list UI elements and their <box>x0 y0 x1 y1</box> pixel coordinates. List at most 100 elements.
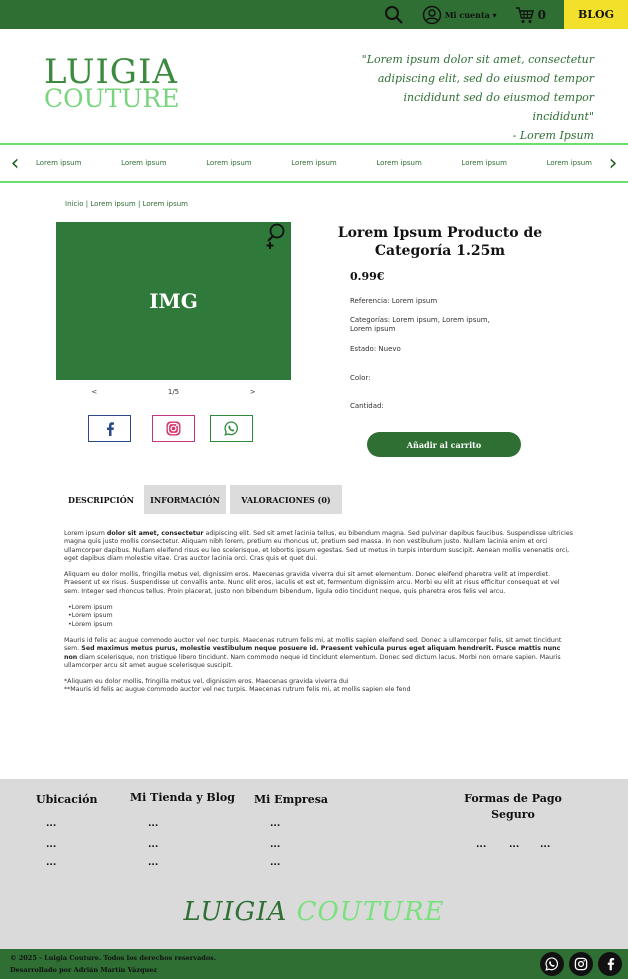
header: LUIGIA COUTURE "Lorem ipsum dolor sit am… <box>0 29 628 144</box>
footer-link[interactable]: ... <box>148 840 158 850</box>
footer: Ubicación Mi Tienda y Blog Mi Empresa Fo… <box>0 779 628 949</box>
whatsapp-link[interactable] <box>540 952 564 976</box>
share-facebook-button[interactable] <box>88 415 131 442</box>
nav-items: Lorem ipsum Lorem ipsum Lorem ipsum Lore… <box>30 159 598 167</box>
product-price: 0.99€ <box>350 270 385 283</box>
list-item: Lorem ipsum <box>68 621 575 629</box>
add-to-cart-button[interactable]: Añadir al carrito <box>367 432 521 457</box>
nav-item[interactable]: Lorem ipsum <box>36 159 81 167</box>
footer-heading: Formas de Pago Seguro <box>464 792 562 821</box>
image-placeholder-label: IMG <box>149 289 198 313</box>
footer-col-empresa: Mi Empresa <box>254 791 328 806</box>
facebook-icon <box>106 421 114 436</box>
product-quantity: Cantidad: <box>350 402 384 410</box>
footer-brand: LUIGIA COUTURE <box>0 897 628 927</box>
nav-next-arrow[interactable]: › <box>598 151 628 176</box>
nav-item[interactable]: Lorem ipsum <box>461 159 506 167</box>
list-item: Lorem ipsum <box>68 604 575 612</box>
tab-descripcion[interactable]: DESCRIPCIÓN <box>62 485 140 514</box>
nav-item[interactable]: Lorem ipsum <box>121 159 166 167</box>
payment-method: ... <box>540 840 551 850</box>
gallery-counter: 1/5 <box>167 388 180 396</box>
nav-item[interactable]: Lorem ipsum <box>376 159 421 167</box>
facebook-icon <box>607 957 614 971</box>
breadcrumb[interactable]: Inicio | Lorem ipsum | Lorem ipsum <box>65 200 188 208</box>
product-tabs: DESCRIPCIÓN INFORMACIÓN VALORACIONES (0) <box>62 485 342 514</box>
footer-col-pagos: Formas de Pago Seguro <box>460 791 566 823</box>
logo-line-1: LUIGIA <box>44 52 178 92</box>
zoom-in-icon <box>266 223 285 249</box>
logo[interactable]: LUIGIA COUTURE <box>44 52 184 113</box>
whatsapp-icon <box>545 957 559 971</box>
nav-item[interactable]: Lorem ipsum <box>291 159 336 167</box>
gallery-prev[interactable]: < <box>91 388 97 396</box>
footer-col-ubicacion: Ubicación <box>36 791 98 806</box>
product-reference: Referencia: Lorem ipsum <box>350 297 438 305</box>
footer-heading: Mi Tienda y Blog <box>130 791 235 804</box>
search-icon <box>384 5 403 24</box>
product-state: Estado: Nuevo <box>350 345 401 353</box>
nav-item[interactable]: Lorem ipsum <box>206 159 251 167</box>
header-quote: "Lorem ipsum dolor sit amet, consectetur… <box>344 50 594 145</box>
copyright: © 2025 - Luigia Couture. Todos los derec… <box>10 952 216 976</box>
developer-credit: Desarrollado por Adrián Martín Vázquez <box>10 966 158 974</box>
category-nav: ‹ Lorem ipsum Lorem ipsum Lorem ipsum Lo… <box>0 143 628 183</box>
footer-link[interactable]: ... <box>46 858 56 868</box>
product-title: Lorem Ipsum Producto de Categoría 1.25m <box>337 225 543 259</box>
tab-informacion[interactable]: INFORMACIÓN <box>143 485 226 514</box>
instagram-icon <box>574 957 588 971</box>
footer-col-tienda: Mi Tienda y Blog <box>130 791 235 804</box>
gallery-next[interactable]: > <box>250 388 256 396</box>
search-button[interactable] <box>384 5 404 25</box>
quote-line: adipiscing elit, sed do eiusmod tempor <box>377 72 594 85</box>
copyright-text: © 2025 - Luigia Couture. Todos los derec… <box>10 954 217 962</box>
footer-link[interactable]: ... <box>270 840 280 850</box>
nav-prev-arrow[interactable]: ‹ <box>0 151 30 176</box>
product-color: Color: <box>350 374 371 382</box>
footer-link[interactable]: ... <box>46 819 56 829</box>
zoom-button[interactable] <box>264 222 288 250</box>
share-whatsapp-button[interactable] <box>210 415 253 442</box>
instagram-link[interactable] <box>569 952 593 976</box>
cart-button[interactable]: 0 <box>515 6 546 24</box>
description-note: **Mauris id felis ac augue commodo aucto… <box>64 686 411 694</box>
bottom-bar: © 2025 - Luigia Couture. Todos los derec… <box>0 949 628 979</box>
account-label: Mi cuenta ▾ <box>444 9 497 20</box>
footer-link[interactable]: ... <box>270 819 280 829</box>
footer-brand-part-2: COUTURE <box>296 897 445 927</box>
list-item: Lorem ipsum <box>68 612 575 620</box>
description-paragraph: Mauris id felis ac augue commodo auctor … <box>64 636 562 669</box>
tab-valoraciones[interactable]: VALORACIONES (0) <box>229 485 342 514</box>
description-note: *Aliquam eu dolor mollis, fringilla metu… <box>64 678 349 686</box>
gallery-pager: < 1/5 > <box>56 388 291 396</box>
cart-count: 0 <box>537 7 546 22</box>
payment-method: ... <box>476 840 487 850</box>
footer-heading: Mi Empresa <box>254 793 329 806</box>
account-menu[interactable]: Mi cuenta ▾ <box>422 5 497 25</box>
quote-line: "Lorem ipsum dolor sit amet, consectetur <box>361 53 594 66</box>
nav-item[interactable]: Lorem ipsum <box>547 159 592 167</box>
cart-icon <box>515 6 534 23</box>
facebook-link[interactable] <box>598 952 622 976</box>
description-paragraph: Aliquam eu dolor mollis, fringilla metus… <box>64 571 560 595</box>
footer-link[interactable]: ... <box>148 858 158 868</box>
share-instagram-button[interactable] <box>152 415 195 442</box>
product-image[interactable]: IMG <box>56 222 291 380</box>
instagram-icon <box>166 421 181 436</box>
quote-line: incididunt sed do eiusmod tempor incidid… <box>403 91 594 123</box>
footer-link[interactable]: ... <box>270 858 280 868</box>
product-categories: Categorías: Lorem ipsum, Lorem ipsum, Lo… <box>350 316 490 333</box>
description-list: Lorem ipsum Lorem ipsum Lorem ipsum <box>68 604 575 629</box>
description-paragraph: Lorem ipsum dolor sit amet, consectetur … <box>64 530 573 562</box>
product-description: Lorem ipsum dolor sit amet, consectetur … <box>64 530 575 695</box>
payment-method: ... <box>509 840 520 850</box>
blog-button[interactable]: BLOG <box>564 0 628 29</box>
user-icon <box>422 5 441 24</box>
logo-line-2: COUTURE <box>44 84 180 113</box>
footer-brand-part-1: LUIGIA <box>183 897 288 927</box>
top-bar: Mi cuenta ▾ 0 BLOG <box>0 0 628 29</box>
footer-link[interactable]: ... <box>148 819 158 829</box>
footer-link[interactable]: ... <box>46 840 56 850</box>
whatsapp-icon <box>224 421 238 436</box>
footer-heading: Ubicación <box>36 793 98 806</box>
